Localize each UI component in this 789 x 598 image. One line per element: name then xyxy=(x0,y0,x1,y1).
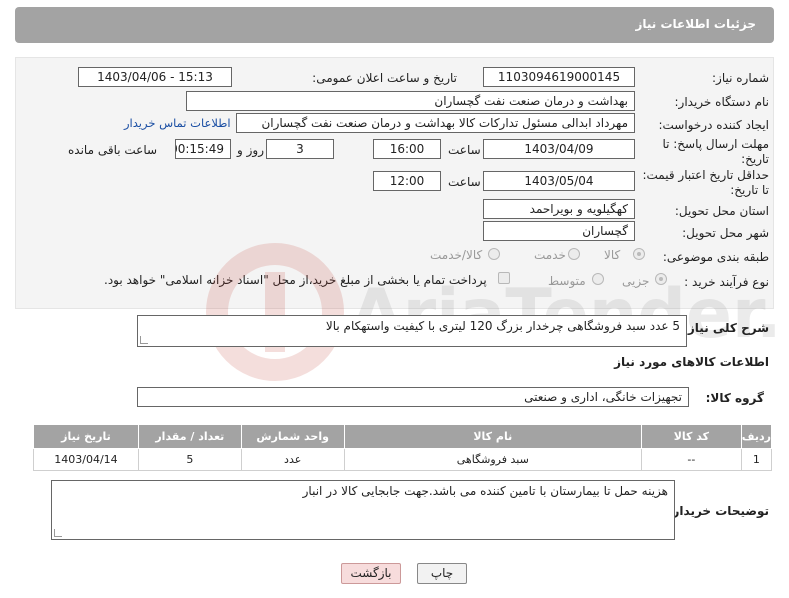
days-label: روز و xyxy=(237,143,264,157)
goods-section-title: اطلاعات کالاهای مورد نیاز xyxy=(614,355,769,369)
days-field: 3 xyxy=(266,139,334,159)
validity-time-label: ساعت xyxy=(448,175,481,189)
print-button[interactable]: چاپ xyxy=(417,563,467,584)
col-header-need-date: تاریخ نیاز xyxy=(33,424,139,449)
resize-grip-icon[interactable] xyxy=(140,336,148,344)
deadline-time-label: ساعت xyxy=(448,143,481,157)
buyer-notes-label: توضیحات خریدار: xyxy=(667,504,769,518)
remaining-label: ساعت باقی مانده xyxy=(68,143,158,157)
resize-grip-icon[interactable] xyxy=(54,529,62,537)
col-header-quantity: تعداد / مقدار xyxy=(137,424,242,449)
validity-date-field: 1403/05/04 xyxy=(483,171,635,191)
deadline-label: مهلت ارسال پاسخ: تا تاریخ: xyxy=(662,137,769,166)
buyer-contact-link[interactable]: اطلاعات تماس خریدار xyxy=(124,116,231,130)
city-label: شهر محل تحویل: xyxy=(682,226,769,240)
category-option-goods-service: کالا/خدمت xyxy=(430,248,483,262)
treasury-checkbox[interactable] xyxy=(498,272,510,284)
category-radio-goods[interactable] xyxy=(633,248,645,260)
col-header-unit: واحد شمارش xyxy=(240,424,345,449)
creator-field: مهرداد ابدالی مسئول تدارکات کالا بهداشت … xyxy=(236,113,635,133)
col-header-name: نام کالا xyxy=(343,424,642,449)
buyer-notes-text: هزینه حمل تا بیمارستان با تامین کننده می… xyxy=(302,484,668,498)
category-option-service: خدمت xyxy=(534,248,566,262)
cell-quantity: 5 xyxy=(137,448,242,471)
table-row: 1 -- سبد فروشگاهی عدد 5 1403/04/14 xyxy=(33,448,773,471)
cell-need-date: 1403/04/14 xyxy=(33,448,139,471)
buyer-notes-field: هزینه حمل تا بیمارستان با تامین کننده می… xyxy=(51,480,675,540)
city-field: گچساران xyxy=(483,221,635,241)
process-option-minor: جزیی xyxy=(622,274,650,288)
description-text: 5 عدد سبد فروشگاهی چرخدار بزرگ 120 لیتری… xyxy=(325,319,680,333)
announce-field: 1403/04/06 - 15:13 xyxy=(78,67,232,87)
category-radio-service[interactable] xyxy=(568,248,580,260)
table-header-row: ردیف کد کالا نام کالا واحد شمارش تعداد /… xyxy=(33,424,773,449)
need-number-field: 1103094619000145 xyxy=(483,67,635,87)
validity-label: حداقل تاریخ اعتبار قیمت: تا تاریخ: xyxy=(642,168,769,197)
cell-name: سبد فروشگاهی xyxy=(343,448,642,471)
col-header-code: کد کالا xyxy=(640,424,742,449)
col-header-row-number: ردیف xyxy=(740,424,773,449)
payment-note: پرداخت تمام یا بخشی از مبلغ خرید،از محل … xyxy=(104,273,487,287)
province-label: استان محل تحویل: xyxy=(674,204,769,218)
page-header: جزئیات اطلاعات نیاز xyxy=(15,7,774,43)
validity-time-field: 12:00 xyxy=(373,171,441,191)
goods-group-field: تجهیزات خانگی، اداری و صنعتی xyxy=(137,387,689,407)
process-label: نوع فرآیند خرید : xyxy=(684,275,769,289)
announce-label: تاریخ و ساعت اعلان عمومی: xyxy=(312,71,457,85)
creator-label: ایجاد کننده درخواست: xyxy=(658,118,769,132)
deadline-date-field: 1403/04/09 xyxy=(483,139,635,159)
need-number-label: شماره نیاز: xyxy=(712,71,769,85)
cell-code: -- xyxy=(640,448,742,471)
province-field: کهگیلویه و بویراحمد xyxy=(483,199,635,219)
remaining-time-field: 00:15:49 xyxy=(175,139,231,159)
page-title: جزئیات اطلاعات نیاز xyxy=(635,17,756,31)
process-radio-minor[interactable] xyxy=(655,273,667,285)
description-label: شرح کلی نیاز: xyxy=(683,321,769,335)
buyer-org-label: نام دستگاه خریدار: xyxy=(674,95,770,109)
buyer-org-field: بهداشت و درمان صنعت نفت گچساران xyxy=(186,91,635,111)
goods-group-label: گروه کالا: xyxy=(705,391,764,405)
goods-table: ردیف کد کالا نام کالا واحد شمارش تعداد /… xyxy=(33,424,773,471)
process-option-medium: متوسط xyxy=(548,274,586,288)
deadline-time-field: 16:00 xyxy=(373,139,441,159)
category-radio-goods-service[interactable] xyxy=(488,248,500,260)
description-field: 5 عدد سبد فروشگاهی چرخدار بزرگ 120 لیتری… xyxy=(137,315,687,347)
category-option-goods: کالا xyxy=(604,248,621,262)
cell-row-number: 1 xyxy=(740,448,773,471)
category-label: طبقه بندی موضوعی: xyxy=(662,250,769,264)
back-button[interactable]: بازگشت xyxy=(341,563,401,584)
cell-unit: عدد xyxy=(240,448,345,471)
process-radio-medium[interactable] xyxy=(592,273,604,285)
